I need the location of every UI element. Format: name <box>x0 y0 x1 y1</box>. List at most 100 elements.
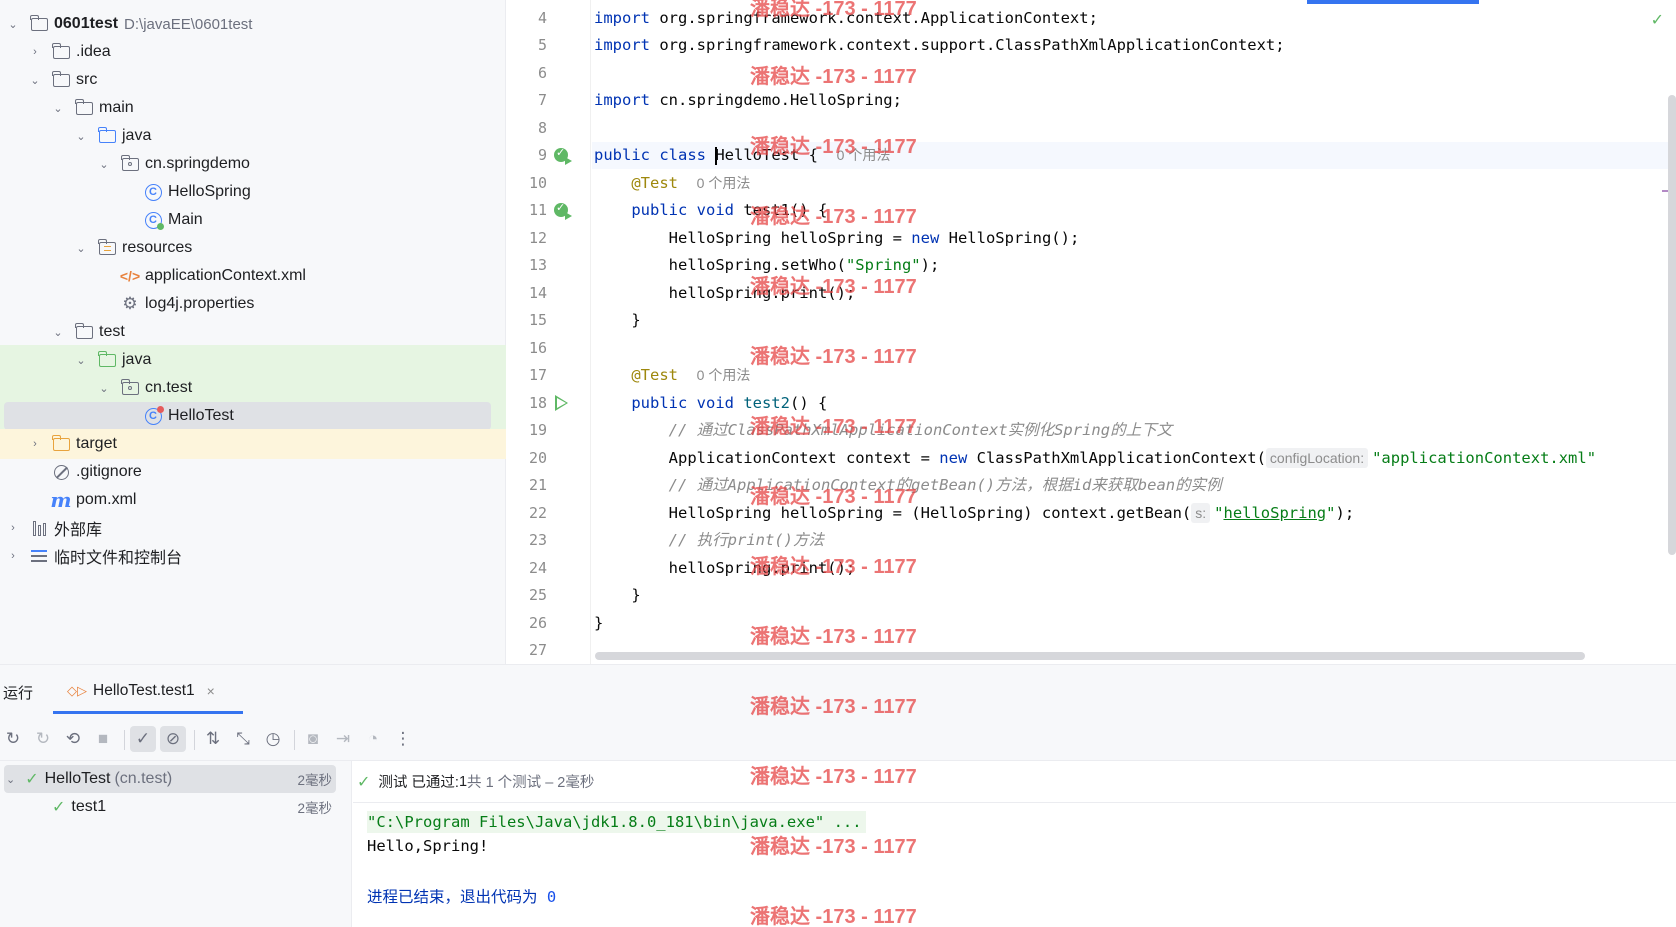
run-test-class-icon[interactable] <box>552 146 572 165</box>
code-line[interactable]: helloSpring.print(); <box>594 280 856 307</box>
usage-hint[interactable]: 0 个用法 <box>697 367 751 383</box>
code-line[interactable]: HelloSpring helloSpring = (HelloSpring) … <box>594 500 1354 527</box>
tree-item-idea[interactable]: › .idea <box>0 37 506 67</box>
code-text: { <box>799 146 837 164</box>
tree-item-pom-xml[interactable]: m pom.xml <box>0 485 506 515</box>
console-command-line[interactable]: "C:\Program Files\Java\jdk1.8.0_181\bin\… <box>367 811 866 833</box>
tree-item-src[interactable]: ⌄ src <box>0 65 506 95</box>
toolbar-separator <box>294 730 295 750</box>
show-passed-icon[interactable]: ✓ <box>130 726 156 752</box>
code-editor[interactable]: ✓ 4 5 6 7 8 9 10 11 12 13 14 15 16 17 18… <box>507 0 1676 664</box>
code-line[interactable]: public void test2() { <box>594 390 827 417</box>
status-detail: 共 1 个测试 – 2毫秒 <box>467 775 595 791</box>
chevron-right-icon[interactable]: › <box>28 437 42 451</box>
chevron-down-icon[interactable]: ⌄ <box>74 353 88 367</box>
tree-item-main[interactable]: ⌄ main <box>0 93 506 123</box>
chevron-down-icon[interactable]: ⌄ <box>74 241 88 255</box>
tree-item-scratches[interactable]: › 临时文件和控制台 <box>0 541 506 571</box>
code-line[interactable]: } <box>594 582 640 609</box>
code-line[interactable]: ApplicationContext context = new ClassPa… <box>594 445 1596 472</box>
chevron-down-icon[interactable]: ⌄ <box>51 325 65 339</box>
keyword: public void <box>631 201 744 219</box>
code-line[interactable]: @Test 0 个用法 <box>594 170 750 197</box>
test-history-icon[interactable]: ◷ <box>260 726 286 752</box>
close-icon[interactable]: × <box>207 683 215 699</box>
tree-item-hellospring[interactable]: C HelloSpring <box>0 177 506 207</box>
code-line[interactable]: import cn.springdemo.HelloSpring; <box>594 87 902 114</box>
tree-item-hellotest[interactable]: C HelloTest <box>0 401 506 431</box>
tree-item-main-java[interactable]: ⌄ java <box>0 121 506 151</box>
run-test-method-icon[interactable] <box>552 201 572 220</box>
run-test-method-icon[interactable] <box>552 394 570 412</box>
keyword: import <box>594 9 650 27</box>
code-line[interactable]: helloSpring.print(); <box>594 555 856 582</box>
tree-item-application-context-xml[interactable]: </> applicationContext.xml <box>0 261 506 291</box>
code-line[interactable]: } <box>594 610 603 637</box>
chevron-down-icon[interactable]: ⌄ <box>51 101 65 115</box>
code-line[interactable]: HelloSpring helloSpring = new HelloSprin… <box>594 225 1080 252</box>
chevron-right-icon[interactable]: › <box>6 549 20 563</box>
code-line[interactable]: import org.springframework.context.Appli… <box>594 5 1098 32</box>
tree-item-main-class[interactable]: C Main <box>0 205 506 235</box>
code-line[interactable]: helloSpring.setWho("Spring"); <box>594 252 940 279</box>
code-text: ClassPathXmlApplicationContext( <box>967 449 1266 467</box>
import-tests-icon[interactable]: ⇥ <box>330 726 356 752</box>
code-line[interactable]: // 通过ApplicationContext的getBean()方法，根据id… <box>594 472 1222 499</box>
chevron-down-icon[interactable]: ⌄ <box>97 157 111 171</box>
tree-item-label: main <box>99 99 134 116</box>
tree-item-log4j-properties[interactable]: ⚙ log4j.properties <box>0 289 506 319</box>
tree-item-test-java[interactable]: ⌄ java <box>0 345 506 375</box>
chevron-down-icon[interactable]: ⌄ <box>74 129 88 143</box>
run-tab-hellotest-test1[interactable]: ◇▷ HelloTest.test1 × <box>53 669 243 713</box>
code-line[interactable]: } <box>594 307 640 334</box>
exit-code: 0 <box>546 888 557 906</box>
test-row-test1[interactable]: ✓ test1 2毫秒 <box>0 792 352 822</box>
horizontal-scrollbar[interactable] <box>595 652 1585 660</box>
code-line[interactable]: @Test 0 个用法 <box>594 362 750 389</box>
vertical-scrollbar[interactable] <box>1668 95 1676 555</box>
stop-icon[interactable]: ■ <box>90 726 116 752</box>
chevron-down-icon[interactable]: ⌄ <box>6 773 15 786</box>
chevron-down-icon[interactable]: ⌄ <box>97 381 111 395</box>
tree-item-target[interactable]: › target <box>0 429 506 459</box>
rerun-icon[interactable]: ↻ <box>0 726 26 752</box>
tree-item-label: cn.test <box>145 379 193 396</box>
tree-item-label: resources <box>122 239 193 256</box>
inspection-ok-icon[interactable]: ✓ <box>1651 10 1664 30</box>
tree-item-label: 0601test <box>54 15 119 32</box>
coverage-icon[interactable]: ◔ <box>360 726 386 752</box>
code-line[interactable]: import org.springframework.context.suppo… <box>594 32 1285 59</box>
tree-item-resources[interactable]: ⌄ resources <box>0 233 506 263</box>
sort-icon[interactable]: ⇅ <box>200 726 226 752</box>
chevron-right-icon[interactable]: › <box>28 45 42 59</box>
code-text: () { <box>789 394 828 412</box>
code-line-current[interactable]: public class HelloTest { 0 个用法 <box>592 142 1676 169</box>
tree-item-gitignore[interactable]: .gitignore <box>0 457 506 487</box>
keyword: import <box>594 91 650 109</box>
code-text: } <box>594 614 604 632</box>
tree-item-external-libraries[interactable]: › 外部库 <box>0 513 506 543</box>
code-line[interactable]: // 执行print()方法 <box>594 527 824 554</box>
test-status-bar: ✓ 测试 已通过: 1 共 1 个测试 – 2毫秒 <box>353 761 1676 803</box>
test-row-hellotest[interactable]: ⌄ ✓ HelloTest (cn.test) 2毫秒 <box>0 764 352 794</box>
chevron-down-icon[interactable]: ⌄ <box>6 17 20 31</box>
tree-item-test[interactable]: ⌄ test <box>0 317 506 347</box>
code-line[interactable]: public void test1() { <box>594 197 827 224</box>
toggle-auto-test-icon[interactable]: ⟲ <box>60 726 86 752</box>
chevron-right-icon[interactable]: › <box>6 521 20 535</box>
test-duration: 2毫秒 <box>297 773 332 788</box>
chevron-down-icon[interactable]: ⌄ <box>28 73 42 87</box>
camera-icon[interactable]: ◙ <box>300 726 326 752</box>
show-ignored-icon[interactable]: ⊘ <box>160 726 186 752</box>
more-options-icon[interactable]: ⋮ <box>390 726 416 752</box>
usage-hint[interactable]: 0 个用法 <box>837 147 891 163</box>
code-line[interactable]: // 通过ClassPathXmlApplicationContext实例化Sp… <box>594 417 1172 444</box>
bean-id-reference[interactable]: helloSpring <box>1223 504 1326 522</box>
tree-item-project-root[interactable]: ⌄ 0601test D:\javaEE\0601test <box>0 9 506 39</box>
console-output[interactable]: "C:\Program Files\Java\jdk1.8.0_181\bin\… <box>353 803 1676 927</box>
rerun-failed-icon[interactable]: ↻ <box>30 726 56 752</box>
tree-item-cn-springdemo[interactable]: ⌄ cn.springdemo <box>0 149 506 179</box>
collapse-all-icon[interactable]: ⤡ <box>230 726 256 752</box>
tree-item-cn-test[interactable]: ⌄ cn.test <box>0 373 506 403</box>
usage-hint[interactable]: 0 个用法 <box>697 175 751 191</box>
